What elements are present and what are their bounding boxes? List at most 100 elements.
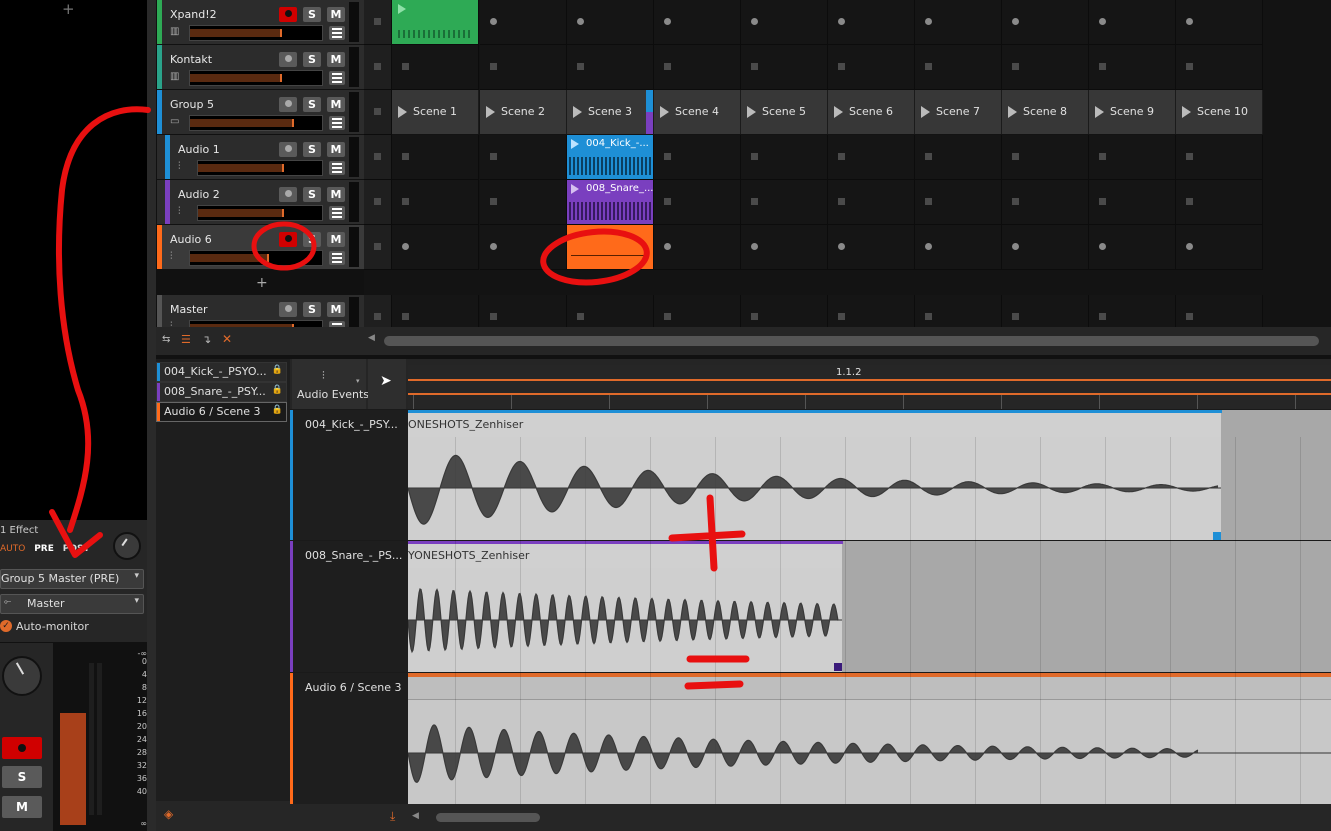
record-arm-button[interactable] [279, 302, 297, 317]
track-header-audio2[interactable]: Audio 2 S M ⫶ [157, 180, 364, 225]
track-stop-slot[interactable] [364, 90, 392, 135]
clip-slot[interactable] [392, 225, 479, 270]
clip-slot[interactable] [654, 135, 741, 180]
mute-button[interactable]: M [327, 232, 345, 247]
clip-slot[interactable] [828, 225, 915, 270]
solo-button[interactable]: S [303, 97, 321, 112]
source-select[interactable]: Group 5 Master (PRE) ▾ [0, 569, 144, 589]
track-header-master[interactable]: MasterSM⫶ [157, 295, 364, 337]
scene-launch-button[interactable]: Scene 5 [741, 90, 828, 134]
swap-icon[interactable]: ⇆ [162, 334, 170, 345]
lane-header[interactable]: 008_Snare_-_PS... [290, 541, 408, 672]
clip-slot[interactable] [1089, 45, 1176, 90]
solo-button[interactable]: S [303, 232, 321, 247]
clip-slot[interactable] [828, 180, 915, 225]
scene-launch-button[interactable]: Scene 4 [654, 90, 741, 134]
track-header-xpand[interactable]: Xpand!2 S M ▥ [157, 0, 364, 45]
track-stop-slot[interactable] [364, 135, 392, 180]
solo-button[interactable]: S [303, 302, 321, 317]
clip-range-bar[interactable] [408, 393, 1331, 395]
track-menu-button[interactable] [329, 116, 345, 130]
clip-slot[interactable] [654, 295, 741, 328]
clip-slot[interactable] [1176, 0, 1263, 45]
clip-slot[interactable] [1176, 45, 1263, 90]
track-volume-meter[interactable] [197, 160, 323, 176]
clip-slot[interactable] [567, 295, 654, 328]
clip-slot[interactable] [392, 135, 479, 180]
record-arm-button[interactable] [279, 187, 297, 202]
clip-slot[interactable]: 008_Snare_... [567, 180, 654, 225]
track-volume-meter[interactable] [189, 25, 323, 41]
clip-slot[interactable] [480, 45, 567, 90]
clip-slot[interactable] [1002, 0, 1089, 45]
mode-tab-post[interactable]: POST [63, 544, 90, 554]
solo-button[interactable]: S [2, 766, 42, 788]
layout-icon[interactable]: ☰ [181, 333, 191, 346]
clip-slot[interactable] [1089, 180, 1176, 225]
track-header-audio1[interactable]: Audio 1 S M ⫶ [157, 135, 364, 180]
audio-events-tool[interactable]: ⫶ ▾ Audio Events [292, 359, 369, 409]
track-header-kontakt[interactable]: Kontakt S M ▥ [157, 45, 364, 90]
scroll-left-icon[interactable]: ◀ [412, 811, 419, 821]
clip-slot[interactable]: 004_Kick_-... [567, 135, 654, 180]
clip-slot[interactable] [741, 45, 828, 90]
clip-slot[interactable] [480, 180, 567, 225]
add-track-button[interactable]: + [256, 275, 268, 291]
pointer-tool-button[interactable]: ➤ [368, 359, 406, 409]
clip-slot[interactable] [1176, 135, 1263, 180]
scene-launch-button[interactable]: Scene 9 [1089, 90, 1176, 134]
lane-header[interactable]: Audio 6 / Scene 3 [290, 673, 408, 804]
mute-button[interactable]: M [327, 52, 345, 67]
clip-slot[interactable] [915, 0, 1002, 45]
mode-tab-auto[interactable]: AUTO [0, 544, 25, 554]
track-volume-meter[interactable] [197, 205, 323, 221]
editor-list-item[interactable]: 008_Snare_-_PSY... 🔒 [156, 382, 287, 402]
timeline-ruler[interactable]: 1.1.2 [408, 365, 1331, 409]
scene-launch-button[interactable]: Scene 10 [1176, 90, 1263, 134]
layers-icon[interactable]: ◈ [164, 807, 173, 821]
clip-slot[interactable] [480, 0, 567, 45]
clip-slot[interactable] [915, 180, 1002, 225]
horizontal-scrollbar[interactable] [384, 336, 1319, 346]
editor-list-item[interactable]: 004_Kick_-_PSYO... 🔒 [156, 362, 287, 382]
clip-slot[interactable] [1176, 295, 1263, 328]
track-header-audio6[interactable]: Audio 6 S M ⫶ [157, 225, 364, 270]
clip-slot[interactable] [1002, 225, 1089, 270]
editor-list-item[interactable]: Audio 6 / Scene 3 🔒 [156, 402, 287, 422]
record-arm-button[interactable] [2, 737, 42, 759]
solo-button[interactable]: S [303, 142, 321, 157]
scroll-left-icon[interactable]: ◀ [368, 333, 375, 343]
clip-slot[interactable] [828, 135, 915, 180]
solo-button[interactable]: S [303, 52, 321, 67]
clip-slot[interactable] [567, 45, 654, 90]
clip-slot[interactable] [392, 0, 479, 45]
clip-slot[interactable] [915, 45, 1002, 90]
track-stop-slot[interactable] [364, 180, 392, 225]
clip-slot[interactable] [828, 0, 915, 45]
volume-knob[interactable] [2, 656, 42, 696]
track-stop-slot[interactable] [364, 225, 392, 270]
lock-icon[interactable]: 🔒 [272, 365, 283, 375]
clip-slot[interactable] [915, 135, 1002, 180]
record-arm-button[interactable] [279, 97, 297, 112]
mute-button[interactable]: M [2, 796, 42, 818]
clip-slot[interactable] [480, 135, 567, 180]
clip-slot[interactable] [741, 180, 828, 225]
send-knob[interactable] [113, 532, 141, 560]
clip-slot[interactable] [567, 0, 654, 45]
record-arm-button[interactable] [279, 142, 297, 157]
track-menu-button[interactable] [329, 26, 345, 40]
clip-slot[interactable] [741, 0, 828, 45]
clip-slot[interactable] [654, 0, 741, 45]
clip-slot[interactable] [1002, 180, 1089, 225]
clip-slot[interactable] [1089, 0, 1176, 45]
clip-slot[interactable] [654, 45, 741, 90]
clip-slot[interactable] [828, 45, 915, 90]
solo-button[interactable]: S [303, 7, 321, 22]
arrow-down-icon[interactable]: ↴ [202, 333, 211, 346]
track-menu-button[interactable] [329, 251, 345, 265]
lock-icon[interactable]: 🔒 [272, 405, 283, 415]
loop-range-bar[interactable] [408, 379, 1331, 381]
track-stop-slot[interactable] [364, 45, 392, 90]
track-menu-button[interactable] [329, 71, 345, 85]
